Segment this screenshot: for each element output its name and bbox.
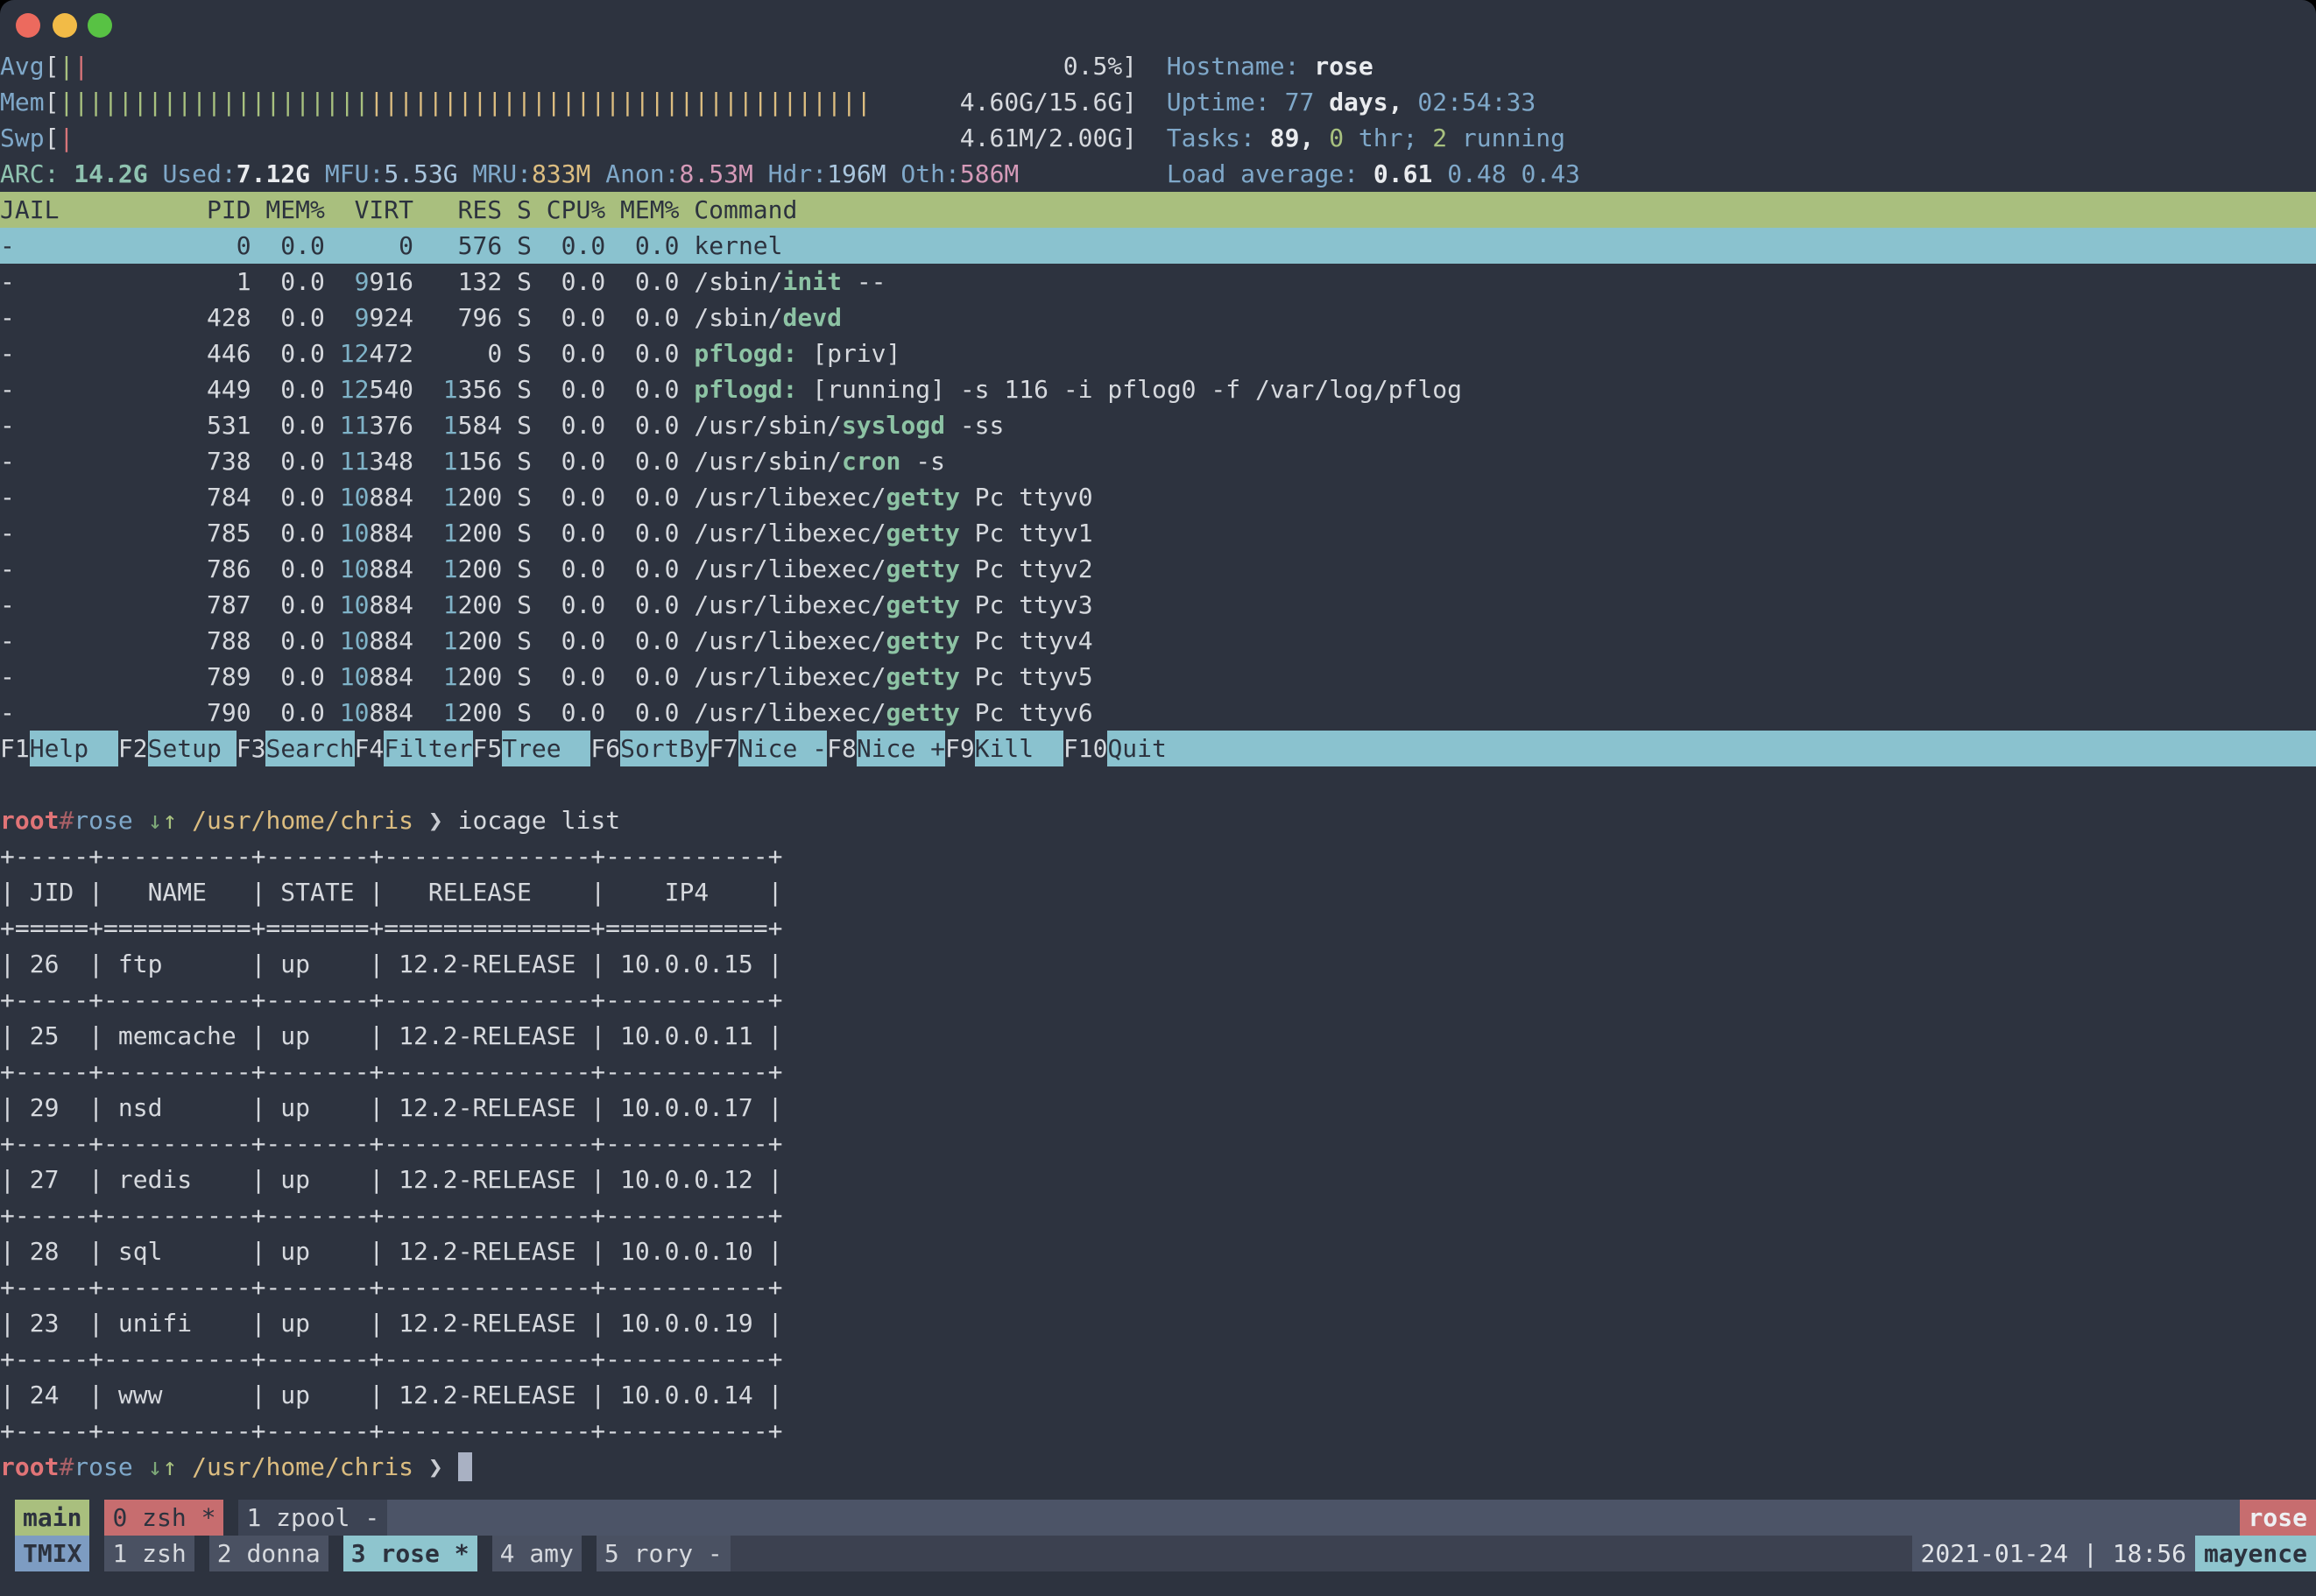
gap bbox=[0, 1485, 2316, 1500]
tmux-window-chip-1[interactable]: 1 zsh bbox=[104, 1536, 194, 1571]
htop-function-key-bar: F1Help F2Setup F3SearchF4FilterF5Tree F6… bbox=[0, 731, 2316, 766]
tmux-session-status-bar: main 0 zsh * 1 zpool - rose bbox=[0, 1500, 2316, 1536]
tmux-bar1-fill bbox=[387, 1500, 2239, 1536]
tmux-hostname-chip: rose bbox=[2240, 1500, 2316, 1536]
htop-meter-avg: Avg[|| 0.5%] Hostname: rose bbox=[0, 48, 2316, 84]
htop-arc-line: ARC: 14.2G Used:7.12G MFU:5.53G MRU:833M… bbox=[0, 156, 2316, 192]
htop-process-row[interactable]: - 789 0.0 10884 1200 S 0.0 0.0 /usr/libe… bbox=[0, 659, 2316, 695]
htop-process-row[interactable]: - 788 0.0 10884 1200 S 0.0 0.0 /usr/libe… bbox=[0, 623, 2316, 659]
zoom-button[interactable] bbox=[88, 13, 112, 38]
fkey-f6[interactable]: F6 bbox=[590, 731, 620, 766]
terminal-cursor bbox=[458, 1452, 473, 1481]
fkey-f1[interactable]: F1 bbox=[0, 731, 30, 766]
htop-process-row[interactable]: - 738 0.0 11348 1156 S 0.0 0.0 /usr/sbin… bbox=[0, 443, 2316, 479]
iocage-list-output: +-----+----------+-------+--------------… bbox=[0, 838, 2316, 1449]
iocage-table-line: +-----+----------+-------+--------------… bbox=[0, 1269, 2316, 1305]
fkey-f2-label[interactable]: Setup bbox=[148, 731, 237, 766]
iocage-table-line: | 23 | unifi | up | 12.2-RELEASE | 10.0.… bbox=[0, 1305, 2316, 1341]
fkey-f10-label[interactable]: Quit bbox=[1107, 731, 1196, 766]
fkey-f4-label[interactable]: Filter bbox=[384, 731, 472, 766]
minimize-button[interactable] bbox=[53, 13, 77, 38]
tmux-label-chip: TMIX bbox=[15, 1536, 89, 1571]
iocage-table-line: +=====+==========+=======+==============… bbox=[0, 910, 2316, 946]
fkey-f4[interactable]: F4 bbox=[355, 731, 385, 766]
terminal-window: Avg[|| 0.5%] Hostname: roseMem[|||||||||… bbox=[0, 0, 2316, 1596]
tmux-window-chip-5[interactable]: 5 rory - bbox=[597, 1536, 731, 1571]
htop-process-row[interactable]: - 787 0.0 10884 1200 S 0.0 0.0 /usr/libe… bbox=[0, 587, 2316, 623]
fkey-f3-label[interactable]: Search bbox=[265, 731, 354, 766]
iocage-table-line: +-----+----------+-------+--------------… bbox=[0, 1126, 2316, 1162]
htop-process-row[interactable]: - 1 0.0 9916 132 S 0.0 0.0 /sbin/init -- bbox=[0, 264, 2316, 300]
htop-process-row[interactable]: - 784 0.0 10884 1200 S 0.0 0.0 /usr/libe… bbox=[0, 479, 2316, 515]
tmux-datetime: 2021-01-24 | 18:56 bbox=[1912, 1536, 2195, 1571]
window-titlebar bbox=[0, 0, 2316, 48]
tmux-window-status-bar: TMIX 1 zsh 2 donna 3 rose * 4 amy 5 rory - 202… bbox=[0, 1536, 2316, 1571]
tmux-window-chip-3[interactable]: 3 rose * bbox=[343, 1536, 477, 1571]
fkey-f9-label[interactable]: Kill bbox=[975, 731, 1063, 766]
fkey-f3[interactable]: F3 bbox=[237, 731, 266, 766]
htop-process-row[interactable]: - 785 0.0 10884 1200 S 0.0 0.0 /usr/libe… bbox=[0, 515, 2316, 551]
iocage-table-line: | 26 | ftp | up | 12.2-RELEASE | 10.0.0.… bbox=[0, 946, 2316, 982]
iocage-table-line: +-----+----------+-------+--------------… bbox=[0, 1341, 2316, 1377]
iocage-table-line: +-----+----------+-------+--------------… bbox=[0, 1413, 2316, 1449]
htop-process-row[interactable]: - 428 0.0 9924 796 S 0.0 0.0 /sbin/devd bbox=[0, 300, 2316, 335]
tmux-pane-chip-1[interactable]: 1 zpool - bbox=[238, 1500, 387, 1536]
fkey-f8[interactable]: F8 bbox=[827, 731, 857, 766]
htop-process-row[interactable]: - 786 0.0 10884 1200 S 0.0 0.0 /usr/libe… bbox=[0, 551, 2316, 587]
iocage-table-line: | 28 | sql | up | 12.2-RELEASE | 10.0.0.… bbox=[0, 1233, 2316, 1269]
htop-process-row-selected[interactable]: - 0 0.0 0 576 S 0.0 0.0 kernel bbox=[0, 228, 2316, 264]
fkey-f7-label[interactable]: Nice - bbox=[738, 731, 827, 766]
iocage-table-line: | JID | NAME | STATE | RELEASE | IP4 | bbox=[0, 874, 2316, 910]
shell-prompt-current[interactable]: root#rose ↓↑ /usr/home/chris ❯ bbox=[0, 1449, 2316, 1485]
iocage-table-line: +-----+----------+-------+--------------… bbox=[0, 1054, 2316, 1090]
fkey-f5-label[interactable]: Tree bbox=[502, 731, 590, 766]
fkey-f1-label[interactable]: Help bbox=[30, 731, 118, 766]
htop-process-row[interactable]: - 449 0.0 12540 1356 S 0.0 0.0 pflogd: [… bbox=[0, 371, 2316, 407]
fkey-f8-label[interactable]: Nice + bbox=[857, 731, 945, 766]
iocage-table-line: +-----+----------+-------+--------------… bbox=[0, 838, 2316, 874]
htop-process-row[interactable]: - 790 0.0 10884 1200 S 0.0 0.0 /usr/libe… bbox=[0, 695, 2316, 731]
iocage-table-line: | 24 | www | up | 12.2-RELEASE | 10.0.0.… bbox=[0, 1377, 2316, 1413]
close-button[interactable] bbox=[16, 13, 40, 38]
htop-process-table: JAIL PID MEM% VIRT RES S CPU% MEM% Comma… bbox=[0, 192, 2316, 731]
htop-meter-swp: Swp[| 4.61M/2.00G] Tasks: 89, 0 thr; 2 r… bbox=[0, 120, 2316, 156]
tmux-session-name[interactable]: main bbox=[15, 1500, 89, 1536]
fkey-f5[interactable]: F5 bbox=[473, 731, 503, 766]
tmux-window-chip-4[interactable]: 4 amy bbox=[492, 1536, 582, 1571]
htop-process-row[interactable]: - 531 0.0 11376 1584 S 0.0 0.0 /usr/sbin… bbox=[0, 407, 2316, 443]
htop-column-header[interactable]: JAIL PID MEM% VIRT RES S CPU% MEM% Comma… bbox=[0, 192, 2316, 228]
fkey-bar-fill bbox=[1197, 731, 2316, 766]
iocage-table-line: +-----+----------+-------+--------------… bbox=[0, 1197, 2316, 1233]
fkey-f2[interactable]: F2 bbox=[118, 731, 148, 766]
iocage-table-line: | 25 | memcache | up | 12.2-RELEASE | 10… bbox=[0, 1018, 2316, 1054]
htop-header-meters: Avg[|| 0.5%] Hostname: roseMem[|||||||||… bbox=[0, 48, 2316, 192]
blank-line bbox=[0, 766, 2316, 802]
fkey-f7[interactable]: F7 bbox=[709, 731, 738, 766]
htop-process-row[interactable]: - 446 0.0 12472 0 S 0.0 0.0 pflogd: [pri… bbox=[0, 335, 2316, 371]
iocage-table-line: | 29 | nsd | up | 12.2-RELEASE | 10.0.0.… bbox=[0, 1090, 2316, 1126]
fkey-f10[interactable]: F10 bbox=[1063, 731, 1108, 766]
fkey-f6-label[interactable]: SortBy bbox=[620, 731, 709, 766]
tmux-user-chip: mayence bbox=[2195, 1536, 2316, 1571]
tmux-bar2-fill bbox=[731, 1536, 1912, 1571]
iocage-table-line: | 27 | redis | up | 12.2-RELEASE | 10.0.… bbox=[0, 1162, 2316, 1197]
htop-meter-mem: Mem[||||||||||||||||||||||||||||||||||||… bbox=[0, 84, 2316, 120]
iocage-table-line: +-----+----------+-------+--------------… bbox=[0, 982, 2316, 1018]
shell-prompt-with-command: root#rose ↓↑ /usr/home/chris ❯ iocage li… bbox=[0, 802, 2316, 838]
tmux-window-chip-2[interactable]: 2 donna bbox=[209, 1536, 328, 1571]
fkey-f9[interactable]: F9 bbox=[945, 731, 975, 766]
tmux-pane-chip-0[interactable]: 0 zsh * bbox=[104, 1500, 223, 1536]
